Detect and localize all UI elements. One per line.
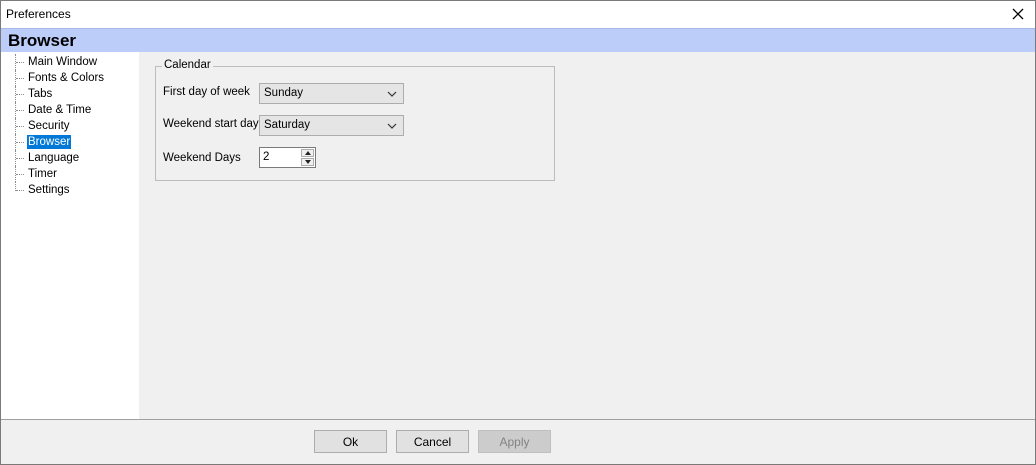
weekend-days-value: 2 <box>263 151 270 163</box>
first-day-value: Sunday <box>264 87 304 99</box>
apply-button[interactable]: Apply <box>478 430 551 453</box>
tree-item-tabs[interactable]: Tabs <box>1 86 139 102</box>
tree-item-label: Tabs <box>28 88 53 100</box>
tree-item-label: Timer <box>28 168 57 180</box>
tree-item-label: Language <box>28 152 80 164</box>
tree-item-label: Fonts & Colors <box>28 72 105 84</box>
tree-item-label: Browser <box>27 135 72 149</box>
first-day-select[interactable]: Sunday <box>259 83 404 104</box>
window-title: Preferences <box>6 7 71 21</box>
weekend-start-select[interactable]: Saturday <box>259 115 404 136</box>
spin-down-button[interactable] <box>301 158 314 166</box>
weekend-start-label: Weekend start day <box>163 118 259 130</box>
weekend-days-label: Weekend Days <box>163 152 241 164</box>
tree-item-label: Settings <box>28 184 70 196</box>
tree-item-browser[interactable]: Browser <box>1 134 139 150</box>
weekend-start-value: Saturday <box>264 119 311 131</box>
chevron-down-icon <box>387 91 397 97</box>
tree-item-label: Security <box>28 120 70 132</box>
close-button[interactable] <box>1001 1 1035 27</box>
tree-item-label: Main Window <box>28 56 98 68</box>
calendar-group-label: Calendar <box>162 59 213 71</box>
tree-item-main-window[interactable]: Main Window <box>1 54 139 70</box>
weekend-days-stepper[interactable]: 2 <box>259 147 316 168</box>
title-bar: Preferences <box>1 1 1035 28</box>
first-day-label: First day of week <box>163 86 250 98</box>
calendar-groupbox: Calendar First day of week Sunday Weeken… <box>155 59 555 181</box>
category-tree: Main Window Fonts & Colors Tabs Date & T… <box>1 52 139 419</box>
tree-item-security[interactable]: Security <box>1 118 139 134</box>
spin-down-icon <box>304 160 311 164</box>
tree-item-language[interactable]: Language <box>1 150 139 166</box>
close-icon <box>1012 8 1024 20</box>
section-header: Browser <box>1 28 1035 52</box>
spin-up-icon <box>304 151 311 155</box>
tree-item-settings[interactable]: Settings <box>1 182 139 198</box>
spin-up-button[interactable] <box>301 149 314 157</box>
tree-item-fonts-colors[interactable]: Fonts & Colors <box>1 70 139 86</box>
section-title: Browser <box>8 31 77 50</box>
chevron-down-icon <box>387 123 397 129</box>
settings-panel: Calendar First day of week Sunday Weeken… <box>139 52 1035 419</box>
dialog-footer: Ok Cancel Apply <box>1 420 1035 464</box>
ok-button[interactable]: Ok <box>314 430 387 453</box>
tree-item-label: Date & Time <box>28 104 92 116</box>
tree-item-timer[interactable]: Timer <box>1 166 139 182</box>
preferences-window: Preferences Browser Main Window Fonts & … <box>0 0 1036 465</box>
tree-item-date-time[interactable]: Date & Time <box>1 102 139 118</box>
cancel-button[interactable]: Cancel <box>396 430 469 453</box>
